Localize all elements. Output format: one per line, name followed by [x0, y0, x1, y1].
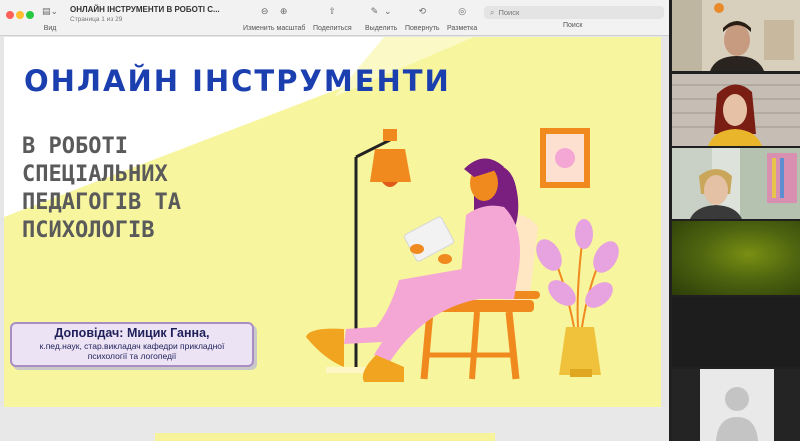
participant-video-tile[interactable]: [672, 0, 800, 71]
share-button[interactable]: ⇧ Поделиться: [313, 6, 352, 32]
rotate-icon: ⟲: [418, 7, 427, 17]
markup-label: Разметка: [447, 25, 478, 32]
view-button[interactable]: ▤⌄ Вид: [42, 6, 58, 32]
share-icon: ⇧: [328, 7, 337, 17]
speaker-name: Доповідач: Мицик Ганна,: [54, 326, 210, 340]
sidebar-icon: ▤⌄: [42, 7, 59, 17]
search-field[interactable]: ⌕: [484, 6, 664, 19]
slide-page: ОНЛАЙН ІНСТРУМЕНТИ В РОБОТІ СПЕЦІАЛЬНИХ …: [4, 37, 661, 407]
markup-button[interactable]: ◎ Разметка: [447, 6, 477, 32]
highlight-label: Выделить: [365, 25, 398, 32]
view-label: Вид: [43, 25, 57, 32]
default-avatar-icon: [716, 387, 758, 441]
participant-video-frame: [672, 148, 800, 219]
avatar: [700, 369, 774, 441]
speaker-desc-line: к.пед.наук, стар.викладач кафедри прикла…: [39, 341, 225, 351]
participant-video-tile[interactable]: [672, 221, 800, 295]
highlight-button[interactable]: ✎ ⌄ Выделить: [365, 6, 397, 32]
participant-video-tile[interactable]: [672, 297, 800, 367]
subtitle-line: СПЕЦІАЛЬНИХ: [22, 162, 168, 187]
rotate-button[interactable]: ⟲ Повернуть: [405, 6, 440, 32]
slide-subtitle: В РОБОТІ СПЕЦІАЛЬНИХ ПЕДАГОГІВ ТА ПСИХОЛ…: [22, 133, 181, 245]
pdf-viewer-window: ▤⌄ Вид ОНЛАЙН ІНСТРУМЕНТИ В РОБОТІ С... …: [0, 0, 669, 441]
markup-icon: ◎: [458, 7, 467, 17]
rotate-label: Повернуть: [405, 25, 440, 32]
zoom-window-button[interactable]: [26, 11, 34, 19]
pen-icon: ✎ ⌄: [370, 7, 392, 17]
zoom-button[interactable]: ⊖ ⊕ Изменить масштаб: [243, 6, 305, 32]
picture-frame-icon: [540, 128, 590, 188]
slide-title: ОНЛАЙН ІНСТРУМЕНТИ: [24, 64, 451, 98]
participant-video-tile[interactable]: [672, 148, 800, 219]
screen: ▤⌄ Вид ОНЛАЙН ІНСТРУМЕНТИ В РОБОТІ С... …: [0, 0, 800, 441]
next-page-preview: [155, 433, 495, 441]
viewer-toolbar: ▤⌄ Вид ОНЛАЙН ІНСТРУМЕНТИ В РОБОТІ С... …: [0, 0, 669, 36]
participant-video-panel: [669, 0, 800, 441]
participant-video-frame: [672, 0, 800, 71]
speaker-description: к.пед.наук, стар.викладач кафедри прикла…: [12, 341, 252, 361]
search-input[interactable]: [498, 8, 649, 17]
search-caption: Поиск: [563, 22, 583, 29]
speaker-desc-line: психології та логопедії: [87, 351, 177, 361]
participant-video-frame: [672, 74, 800, 146]
close-window-button[interactable]: [6, 11, 14, 19]
share-label: Поделиться: [313, 25, 352, 32]
speaker-card: Доповідач: Мицик Ганна, к.пед.наук, стар…: [10, 322, 254, 367]
subtitle-line: В РОБОТІ: [22, 134, 128, 159]
document-title: ОНЛАЙН ІНСТРУМЕНТИ В РОБОТІ С...: [70, 5, 220, 14]
participant-video-tile[interactable]: [672, 369, 800, 441]
zoom-label: Изменить масштаб: [243, 25, 306, 32]
subtitle-line: ПЕДАГОГІВ ТА: [22, 190, 181, 215]
zoom-icons: ⊖ ⊕: [260, 7, 288, 17]
subtitle-line: ПСИХОЛОГІВ: [22, 218, 155, 243]
minimize-window-button[interactable]: [16, 11, 24, 19]
participant-video-tile[interactable]: [672, 74, 800, 146]
search-icon: ⌕: [490, 7, 495, 17]
page-info: Страница 1 из 29: [70, 16, 123, 23]
